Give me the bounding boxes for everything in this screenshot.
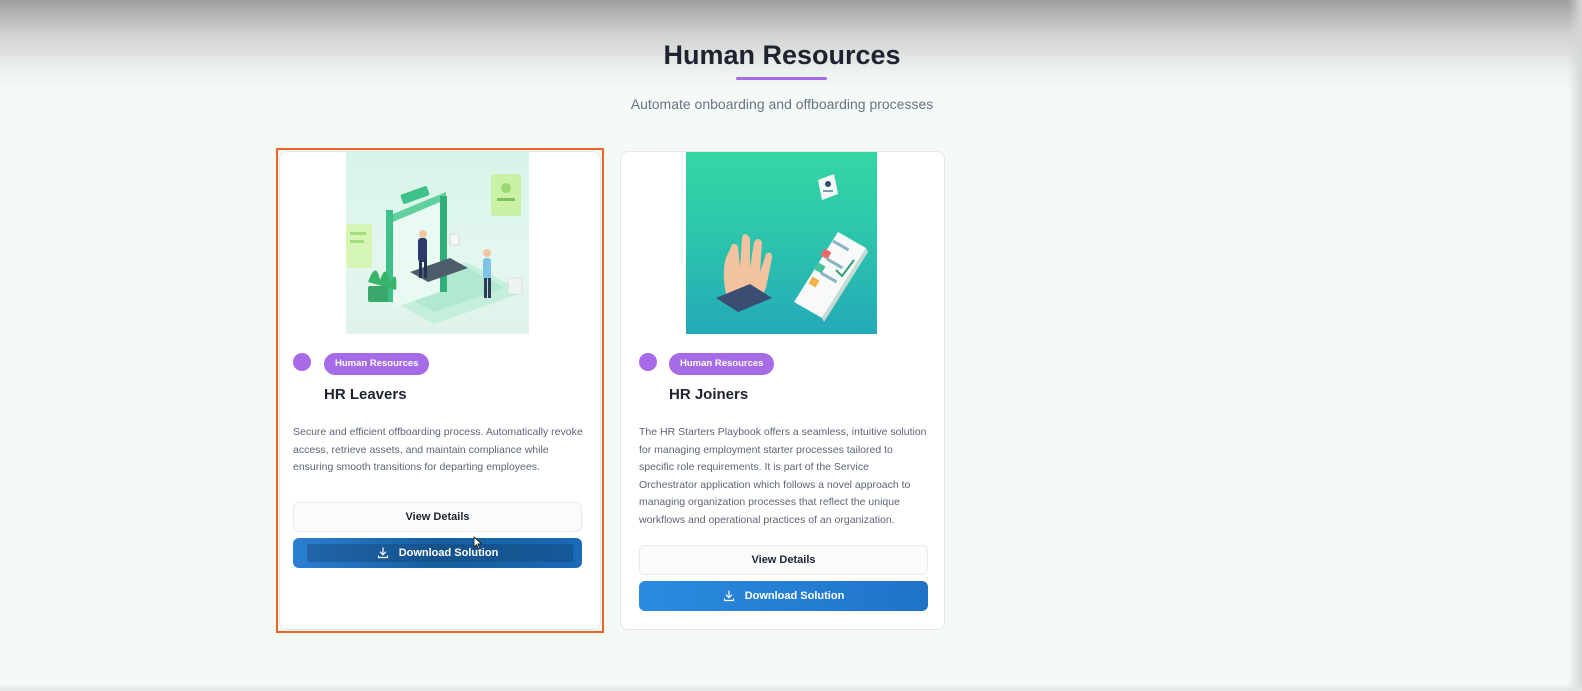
card-title: HR Joiners [669, 386, 749, 403]
onboarding-illustration [716, 174, 868, 322]
window-edge-right [1568, 0, 1582, 691]
section-subtitle: Automate onboarding and offboarding proc… [630, 96, 934, 112]
download-icon [377, 547, 388, 559]
category-badge: Human Resources [324, 353, 430, 375]
view-details-button[interactable]: View Details [639, 545, 928, 575]
card-illustration-onboarding [686, 152, 877, 334]
view-details-button[interactable]: View Details [293, 502, 582, 532]
category-dot [639, 353, 657, 371]
download-solution-button[interactable]: Download Solution [639, 581, 928, 611]
title-underline [736, 77, 827, 80]
download-button-label: Download Solution [744, 590, 845, 602]
download-button-label: Download Solution [398, 547, 499, 559]
solution-card-hr-joiners[interactable]: Human Resources HR Joiners The HR Starte… [620, 151, 945, 630]
category-dot [293, 353, 311, 371]
card-description: Secure and efficient offboarding process… [293, 426, 583, 474]
card-description: The HR Starters Playbook offers a seamle… [639, 426, 927, 526]
window-edge-bottom [0, 683, 1582, 691]
section-title: Human Resources [663, 40, 901, 70]
mouse-cursor-icon [473, 536, 483, 550]
category-badge: Human Resources [669, 353, 775, 375]
offboarding-illustration [346, 174, 524, 324]
solution-card-hr-leavers[interactable]: Human Resources HR Leavers Secure and ef… [279, 151, 601, 630]
card-illustration-offboarding [346, 152, 529, 334]
download-solution-button[interactable]: Download Solution [293, 538, 582, 568]
card-title: HR Leavers [324, 386, 407, 403]
download-icon [723, 590, 734, 602]
